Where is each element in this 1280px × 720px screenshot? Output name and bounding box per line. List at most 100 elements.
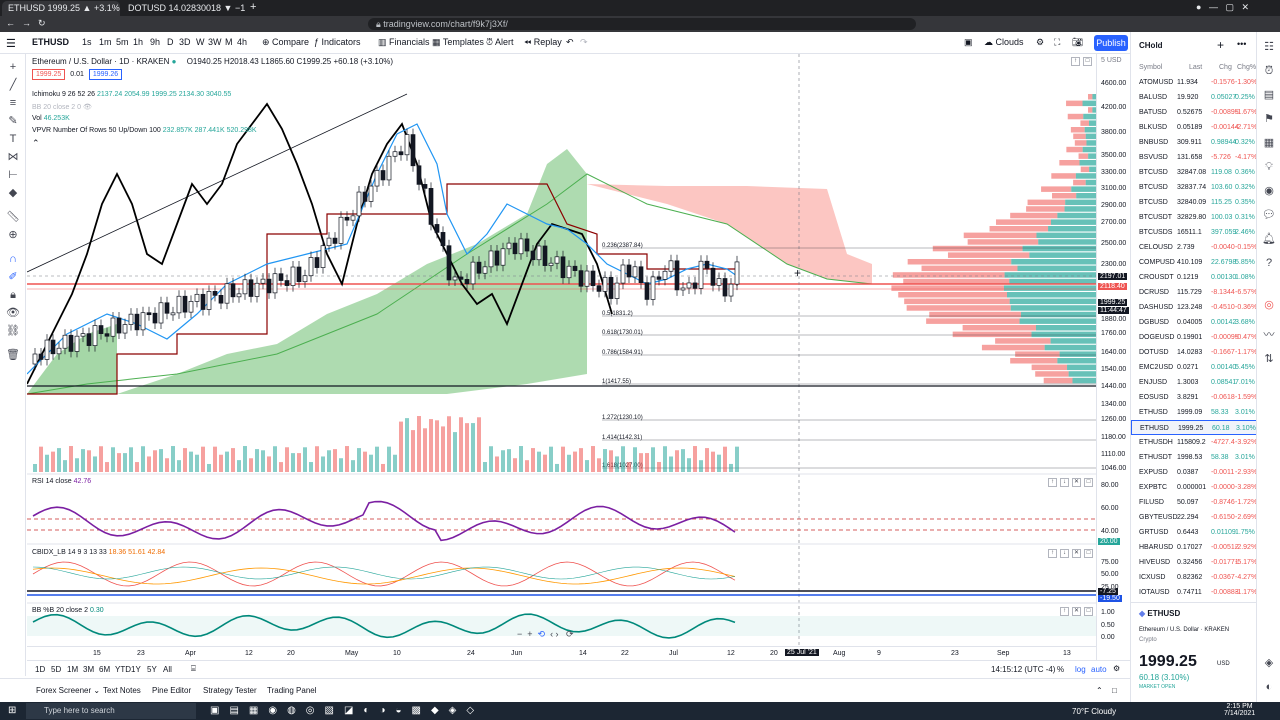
trend-line[interactable] bbox=[27, 93, 408, 273]
stay-drawing-icon[interactable]: ✐ bbox=[6, 270, 20, 284]
menu-icon[interactable]: ☰ bbox=[6, 37, 16, 50]
bbb-close-icon[interactable]: ✕ bbox=[1072, 607, 1081, 616]
hide-drawings-icon[interactable]: 👁︎ bbox=[6, 306, 20, 320]
reload-icon[interactable]: ↻ bbox=[38, 18, 46, 29]
interval-M[interactable]: M bbox=[225, 37, 233, 47]
layout-icon[interactable]: ▣ bbox=[964, 37, 973, 48]
indicators-button[interactable]: ƒ Indicators bbox=[314, 37, 361, 47]
watchlist-row[interactable]: CELOUSD 2.739 -0.0040 -0.15% bbox=[1131, 240, 1257, 255]
signals-icon[interactable]: ◎ bbox=[1262, 298, 1276, 312]
watchlist-row[interactable]: EMC2USD 0.0271 0.00140 5.45% bbox=[1131, 360, 1257, 375]
weather-widget[interactable]: 70°F Cloudy bbox=[1072, 707, 1116, 716]
replay-button[interactable]: ⏪︎ Replay bbox=[524, 37, 562, 48]
browser-window-controls[interactable]: ● — ▢ ✕ bbox=[1196, 2, 1249, 13]
watchlist-row[interactable]: ETHUSDH 115809.2 -4727.4 -3.92% bbox=[1131, 435, 1257, 450]
watchlist-row[interactable]: ETHUSDT 1998.53 58.38 3.01% bbox=[1131, 450, 1257, 465]
interval-3W[interactable]: 3W bbox=[208, 37, 222, 47]
lock-drawings-icon[interactable]: 🔒︎ bbox=[6, 288, 20, 302]
watchlist-row[interactable]: HIVEUSD 0.32456 -0.01771 -5.17% bbox=[1131, 555, 1257, 570]
settings-gear-icon[interactable]: ⚙ bbox=[1036, 37, 1044, 48]
chart-nav-controls[interactable]: − + ⟲ ‹ › ⟳ bbox=[517, 629, 574, 640]
chat-icon[interactable]: 💬︎ bbox=[1262, 208, 1276, 222]
brush-icon[interactable]: ✎ bbox=[6, 114, 20, 128]
range-ytd[interactable]: YTD bbox=[115, 665, 131, 674]
bid-box[interactable]: 1999.25 bbox=[32, 69, 66, 80]
account-icon[interactable]: ◐ bbox=[1262, 680, 1276, 694]
watchlist-row[interactable]: GRTUSD 0.6443 0.01109 1.75% bbox=[1131, 525, 1257, 540]
symbol-search[interactable]: ETHUSD bbox=[32, 37, 69, 47]
pattern-icon[interactable]: ⋈ bbox=[6, 150, 20, 164]
trash-icon[interactable]: 🗑︎ bbox=[6, 348, 20, 362]
cbidx-close-icon[interactable]: ✕ bbox=[1072, 549, 1081, 558]
more-icon[interactable]: ••• bbox=[1237, 39, 1246, 49]
browser-tab-dotusd[interactable]: DOTUSD 14.02830018 ▼ −1.17% poi bbox=[122, 1, 246, 16]
scale-unit[interactable]: 5 USD bbox=[1101, 57, 1122, 64]
horizontal-lines-icon[interactable]: ≡ bbox=[6, 96, 20, 110]
clock[interactable]: 14:15:12 (UTC -4) bbox=[991, 665, 1055, 674]
watchlist-row[interactable]: HBARUSD 0.17027 -0.00512 -2.92% bbox=[1131, 540, 1257, 555]
cbidx-up-icon[interactable]: ↑ bbox=[1048, 549, 1057, 558]
interval-1m[interactable]: 1m bbox=[99, 37, 112, 47]
interval-4h[interactable]: 4h bbox=[237, 37, 247, 47]
log-toggle[interactable]: log bbox=[1075, 665, 1086, 674]
watchlist-row[interactable]: DOGEUSD 0.19901 -0.00095 -0.47% bbox=[1131, 330, 1257, 345]
range-6m[interactable]: 6M bbox=[99, 665, 110, 674]
magnet-icon[interactable]: ∩ bbox=[6, 252, 20, 266]
alert-button[interactable]: ⏰︎ Alert bbox=[486, 37, 514, 48]
pane-maximize-icon[interactable]: □ bbox=[1083, 57, 1092, 66]
watchlist-row[interactable]: DCRUSD 115.729 -8.1344 -6.57% bbox=[1131, 285, 1257, 300]
cbidx-legend[interactable]: CBIDX_LB 14 9 3 13 33 18.36 51.61 42.84 bbox=[32, 549, 165, 556]
notifications-icon[interactable]: 🔔︎ bbox=[1262, 232, 1276, 246]
col-chg-pct[interactable]: Chg% bbox=[1237, 60, 1256, 75]
panel-collapse-icon[interactable]: ⌃ bbox=[1096, 686, 1103, 695]
taskbar-search[interactable]: Type here to search bbox=[26, 703, 196, 719]
cbidx-maximize-icon[interactable]: □ bbox=[1084, 549, 1093, 558]
watchlist-row[interactable]: BTCUSD 32837.74 103.60 0.32% bbox=[1131, 180, 1257, 195]
watchlist-row[interactable]: CROUSDT 0.1219 0.00130 1.08% bbox=[1131, 270, 1257, 285]
watchlist-row[interactable]: EXPBTC 0.000001 -0.0000 -3.28% bbox=[1131, 480, 1257, 495]
url-input[interactable]: 🔒︎ tradingview.com/chart/f9k7j3Xf/ bbox=[368, 18, 916, 30]
range-1d[interactable]: 1D bbox=[35, 665, 45, 674]
pulse-icon[interactable]: 〰 bbox=[1262, 328, 1276, 342]
calendar-icon[interactable]: ▦ bbox=[1262, 136, 1276, 150]
add-symbol-icon[interactable]: + bbox=[1217, 38, 1224, 52]
tab-text-notes[interactable]: Text Notes bbox=[103, 686, 141, 695]
watchlist-row[interactable]: BSVUSD 131.658 -5.726 -4.17% bbox=[1131, 150, 1257, 165]
interval-1s[interactable]: 1s bbox=[82, 37, 92, 47]
new-tab-button[interactable]: + bbox=[248, 1, 262, 16]
watchlist-row[interactable]: FILUSD 50.097 -0.8746 -1.72% bbox=[1131, 495, 1257, 510]
time-axis[interactable]: 15 23 Apr 12 20 May 10 24 Jun 14 22 Jul 12 20 25 Jul '… bbox=[27, 646, 1096, 660]
layers-icon[interactable]: ◈ bbox=[1262, 656, 1276, 670]
watchlist-row[interactable]: BALUSD 19.920 0.05027 0.25% bbox=[1131, 90, 1257, 105]
percent-toggle[interactable]: % bbox=[1057, 665, 1064, 674]
watchlist-row[interactable]: ICXUSD 0.82362 -0.0367 -4.27% bbox=[1131, 570, 1257, 585]
compare-button[interactable]: ⊕ Compare bbox=[262, 37, 309, 48]
interval-D[interactable]: D bbox=[167, 37, 174, 47]
prediction-icon[interactable]: ⊢ bbox=[6, 168, 20, 182]
range-1m[interactable]: 1M bbox=[67, 665, 78, 674]
vpvr-legend[interactable]: VPVR Number Of Rows 50 Up/Down 100 232.8… bbox=[32, 127, 257, 134]
text-tool-icon[interactable]: T bbox=[6, 132, 20, 146]
tab-trading-panel[interactable]: Trading Panel bbox=[267, 686, 317, 695]
watchlist-row[interactable]: BNBUSD 309.911 0.98944 0.32% bbox=[1131, 135, 1257, 150]
cbidx-down-icon[interactable]: ↓ bbox=[1060, 549, 1069, 558]
back-icon[interactable]: ← bbox=[6, 18, 15, 28]
rsi-down-icon[interactable]: ↓ bbox=[1060, 478, 1069, 487]
range-1y[interactable]: 1Y bbox=[131, 665, 141, 674]
range-5d[interactable]: 5D bbox=[51, 665, 61, 674]
watchlist-row[interactable]: BTCUSD 32847.08 119.08 0.36% bbox=[1131, 165, 1257, 180]
redo-icon[interactable]: ↷ bbox=[580, 37, 588, 48]
bbb-maximize-icon[interactable]: □ bbox=[1084, 607, 1093, 616]
range-3m[interactable]: 3M bbox=[83, 665, 94, 674]
watchlist-icon[interactable]: ☷ bbox=[1262, 40, 1276, 54]
watchlist-row[interactable]: EOSUSD 3.8291 -0.0618 -1.59% bbox=[1131, 390, 1257, 405]
watchlist-row[interactable]: BLKUSD 0.05189 -0.00144 -2.71% bbox=[1131, 120, 1257, 135]
watchlist-row[interactable]: COMPUSD 410.109 22.6798 5.85% bbox=[1131, 255, 1257, 270]
interval-1h[interactable]: 1h bbox=[133, 37, 143, 47]
help-icon[interactable]: ? bbox=[1262, 256, 1276, 270]
pane-up-icon[interactable]: ↑ bbox=[1071, 57, 1080, 66]
publish-button[interactable]: Publish bbox=[1094, 35, 1128, 51]
watchlist-row[interactable]: ETHUSD 1999.09 58.33 3.01% bbox=[1131, 405, 1257, 420]
windows-start-icon[interactable]: ⊞ bbox=[8, 705, 16, 716]
watchlist-row[interactable]: DASHUSD 123.248 -0.4510 -0.36% bbox=[1131, 300, 1257, 315]
